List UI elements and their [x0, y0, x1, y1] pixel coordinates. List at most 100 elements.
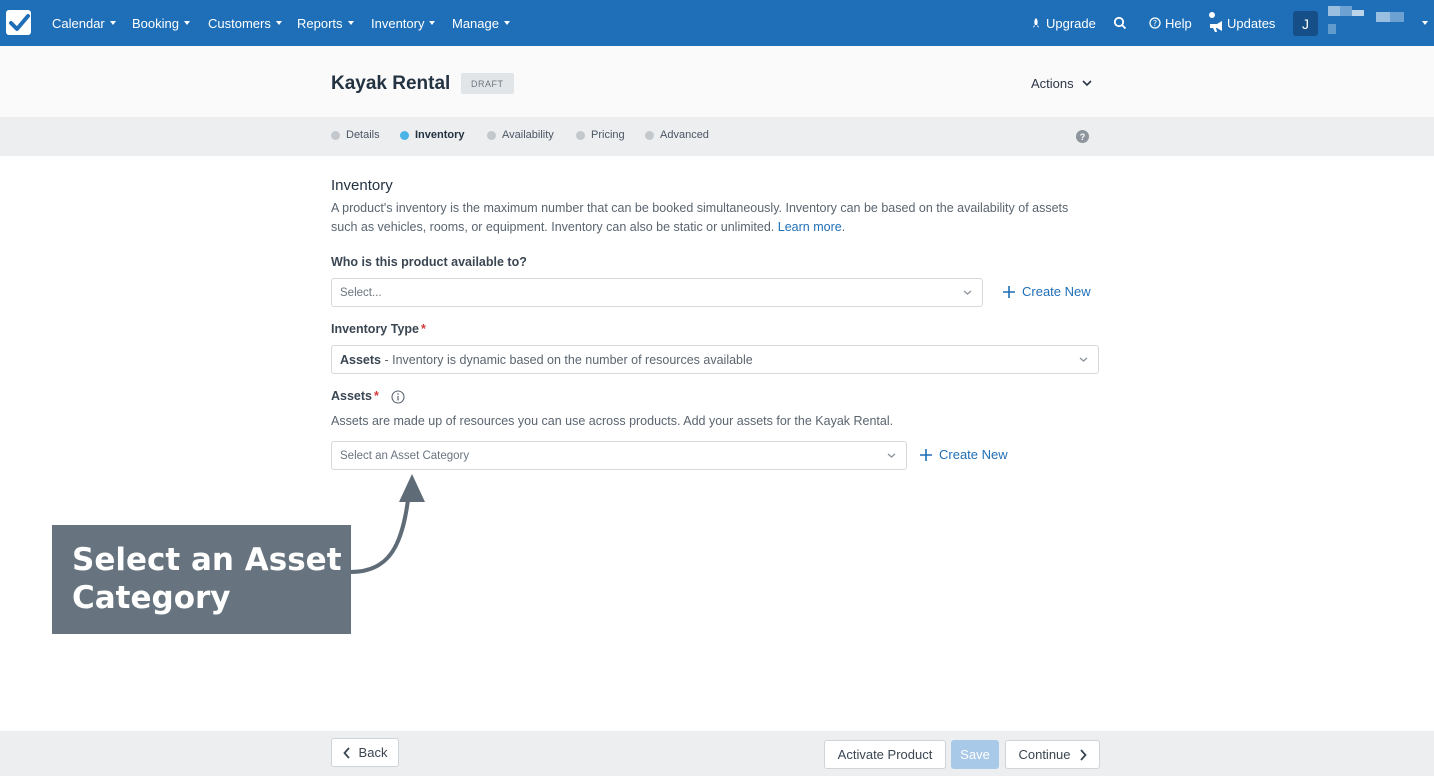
chevron-down-icon — [1079, 357, 1088, 362]
chevron-right-icon — [1079, 748, 1087, 761]
redacted-user-name — [1328, 6, 1408, 36]
create-new-audience-button[interactable]: Create New — [1002, 284, 1091, 299]
caret-down-icon — [109, 21, 116, 25]
assets-label-text: Assets — [331, 389, 372, 403]
step-pricing[interactable]: Pricing — [576, 129, 625, 141]
create-new-asset-button[interactable]: Create New — [919, 447, 1008, 462]
nav-calendar[interactable]: Calendar — [52, 0, 116, 46]
upgrade-label: Upgrade — [1046, 15, 1096, 31]
caret-down-icon — [347, 21, 354, 25]
callout-arrow-icon — [349, 474, 425, 574]
actions-dropdown[interactable]: Actions — [1031, 76, 1092, 91]
step-label: Availability — [502, 129, 554, 141]
search-button[interactable] — [1113, 0, 1127, 46]
required-asterisk: * — [374, 389, 379, 403]
nav-booking[interactable]: Booking — [132, 0, 190, 46]
caret-down-icon — [275, 21, 282, 25]
account-menu-toggle[interactable] — [1417, 0, 1428, 46]
continue-label: Continue — [1018, 747, 1071, 762]
nav-reports[interactable]: Reports — [297, 0, 354, 46]
caret-down-icon — [429, 21, 436, 25]
callout-line-1: Select an Asset — [72, 542, 342, 578]
step-label: Pricing — [591, 129, 625, 141]
nav-inventory[interactable]: Inventory — [371, 0, 436, 46]
step-dot — [576, 130, 585, 140]
inventory-type-select[interactable]: Assets - Inventory is dynamic based on t… — [331, 345, 1099, 374]
save-button[interactable]: Save — [951, 740, 999, 769]
back-button[interactable]: Back — [331, 738, 399, 767]
footer-bar: Back Activate Product Save Continue — [0, 731, 1434, 776]
megaphone-icon — [1209, 12, 1222, 32]
step-dot — [487, 130, 496, 140]
product-header: Kayak Rental DRAFT Actions — [0, 46, 1434, 118]
nav-manage[interactable]: Manage — [452, 0, 510, 46]
info-icon[interactable] — [391, 390, 405, 404]
inventory-type-description: - Inventory is dynamic based on the numb… — [381, 352, 753, 367]
continue-button[interactable]: Continue — [1005, 740, 1100, 769]
nav-customers[interactable]: Customers — [208, 0, 282, 46]
section-title: Inventory — [331, 177, 393, 194]
inventory-type-value: Assets — [340, 352, 381, 367]
learn-more-link[interactable]: Learn more — [778, 220, 842, 234]
upgrade-link[interactable]: Upgrade — [1030, 0, 1096, 46]
create-new-label: Create New — [939, 447, 1008, 462]
section-description: A product's inventory is the maximum num… — [331, 201, 1069, 234]
step-details[interactable]: Details — [331, 129, 380, 141]
chevron-down-icon — [1082, 80, 1092, 87]
callout-line-2: Category — [72, 580, 231, 616]
user-avatar[interactable]: J — [1293, 11, 1318, 36]
create-new-label: Create New — [1022, 284, 1091, 299]
svg-text:?: ? — [1153, 19, 1157, 28]
caret-down-icon — [503, 21, 510, 25]
question-circle-icon: ? — [1149, 17, 1161, 29]
help-link[interactable]: ? Help — [1149, 0, 1192, 46]
nav-booking-label: Booking — [132, 15, 179, 31]
caret-down-icon — [183, 21, 190, 25]
step-inventory[interactable]: Inventory — [400, 129, 465, 141]
step-dot — [331, 130, 340, 140]
page-title: Kayak Rental — [331, 73, 451, 94]
asset-category-select[interactable]: Select an Asset Category — [331, 441, 907, 470]
step-navigation: Details Inventory Availability Pricing A… — [0, 118, 1434, 156]
top-nav: Calendar Booking Customers Reports Inven… — [0, 0, 1434, 46]
inventory-type-label: Inventory Type * — [331, 322, 426, 336]
plus-icon — [920, 448, 932, 461]
step-label: Inventory — [415, 129, 465, 141]
availability-label: Who is this product available to? — [331, 255, 527, 269]
assets-description: Assets are made up of resources you can … — [331, 414, 894, 428]
step-label: Details — [346, 129, 380, 141]
asset-category-placeholder: Select an Asset Category — [340, 449, 470, 462]
save-label: Save — [960, 747, 990, 762]
availability-select[interactable]: Select... — [331, 278, 983, 307]
updates-link[interactable]: Updates — [1209, 0, 1275, 46]
availability-placeholder: Select... — [340, 286, 382, 299]
help-question-icon[interactable]: ? — [1076, 130, 1089, 143]
app-logo-checkmark-icon[interactable] — [6, 10, 31, 35]
nav-manage-label: Manage — [452, 15, 499, 31]
back-label: Back — [358, 745, 388, 760]
help-label: Help — [1165, 15, 1192, 31]
chevron-left-icon — [342, 746, 350, 759]
search-icon — [1113, 16, 1127, 30]
caret-down-icon — [1422, 21, 1428, 25]
step-advanced[interactable]: Advanced — [645, 129, 709, 141]
step-availability[interactable]: Availability — [487, 129, 554, 141]
assets-label: Assets * — [331, 389, 405, 404]
actions-label: Actions — [1031, 76, 1074, 91]
inventory-type-label-text: Inventory Type — [331, 322, 419, 336]
activate-label: Activate Product — [837, 747, 933, 762]
description-text: A product's inventory is the maximum num… — [331, 201, 1069, 234]
activate-product-button[interactable]: Activate Product — [824, 740, 946, 769]
step-dot-active — [400, 130, 409, 140]
nav-inventory-label: Inventory — [371, 15, 425, 31]
chevron-down-icon — [963, 290, 972, 295]
required-asterisk: * — [420, 322, 426, 336]
chevron-down-icon — [887, 453, 896, 458]
nav-reports-label: Reports — [297, 15, 343, 31]
plus-icon — [1003, 285, 1015, 298]
step-label: Advanced — [660, 129, 709, 141]
updates-label: Updates — [1227, 15, 1276, 31]
tutorial-callout: Select an Asset Category — [52, 525, 351, 634]
step-dot — [645, 130, 654, 140]
nav-customers-label: Customers — [208, 15, 271, 31]
